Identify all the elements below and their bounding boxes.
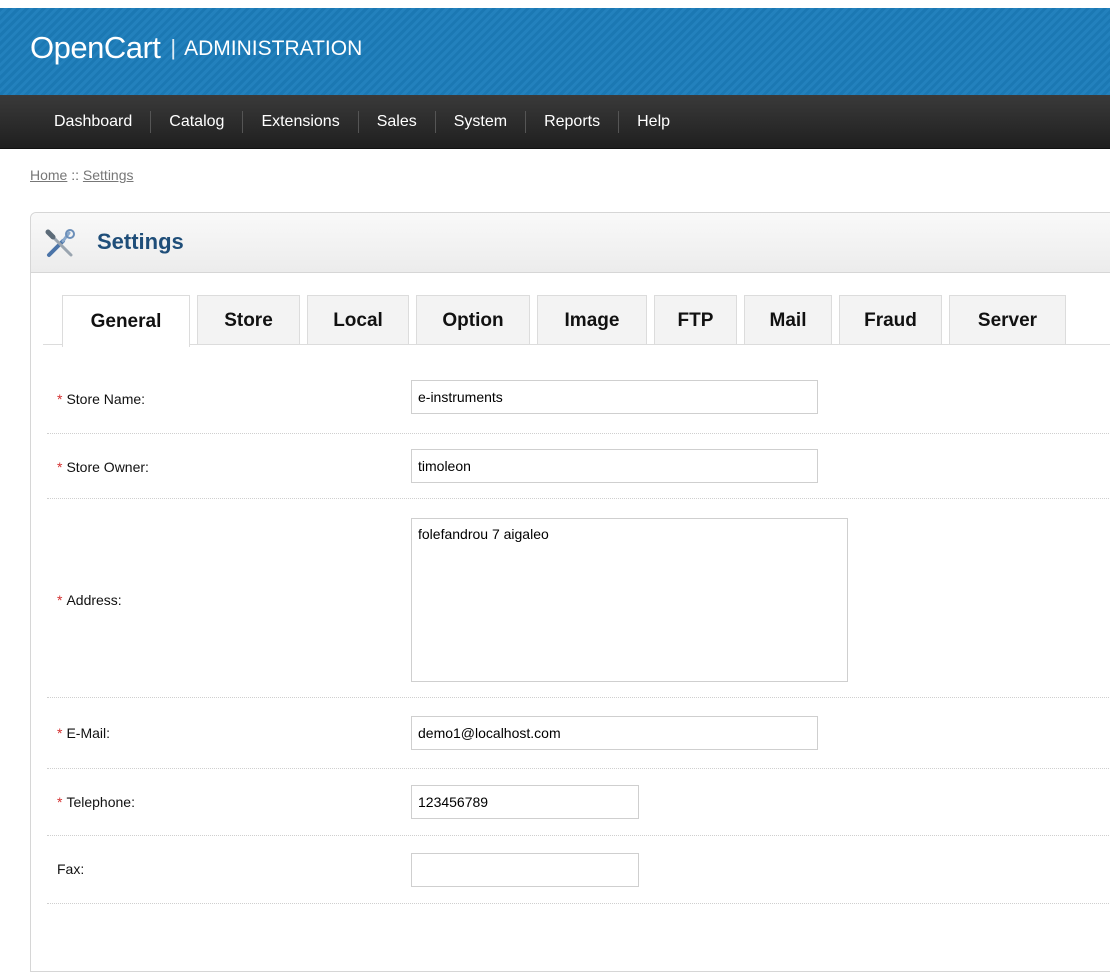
required-marker: * (57, 794, 63, 810)
breadcrumb-home-link[interactable]: Home (30, 167, 67, 183)
required-marker: * (57, 592, 63, 608)
required-marker: * (57, 391, 63, 407)
tab-local[interactable]: Local (307, 295, 409, 345)
breadcrumb: Home :: Settings (30, 167, 134, 183)
settings-tabs: General Store Local Option Image FTP Mai… (62, 295, 1073, 347)
required-marker: * (57, 459, 63, 475)
menu-item-sales[interactable]: Sales (359, 110, 436, 133)
tab-ftp[interactable]: FTP (654, 295, 737, 345)
menu-item-help[interactable]: Help (619, 111, 688, 133)
breadcrumb-settings-link[interactable]: Settings (83, 167, 134, 183)
brand-name: OpenCart (30, 30, 161, 65)
menu-item-reports[interactable]: Reports (526, 110, 620, 133)
form-row-telephone: * Telephone: (47, 769, 1110, 836)
fax-input[interactable] (411, 853, 639, 887)
tab-general[interactable]: General (62, 295, 190, 347)
form-row-address: * Address: folefandrou 7 aigaleo (47, 499, 1110, 698)
tab-mail[interactable]: Mail (744, 295, 832, 345)
fax-label: Fax: (57, 861, 85, 877)
settings-tools-icon (45, 229, 75, 257)
store-owner-label: * Store Owner: (57, 459, 149, 475)
breadcrumb-separator: :: (67, 167, 83, 183)
required-marker: * (57, 725, 63, 741)
main-menu: Dashboard Catalog Extensions Sales Syste… (0, 95, 1110, 149)
header: OpenCart | ADMINISTRATION (0, 0, 1110, 95)
tab-fraud[interactable]: Fraud (839, 295, 942, 345)
menu-item-dashboard[interactable]: Dashboard (37, 110, 152, 133)
email-input[interactable] (411, 716, 818, 750)
menu-item-extensions[interactable]: Extensions (243, 110, 359, 133)
header-subtitle: ADMINISTRATION (184, 37, 363, 60)
tabs-divider (43, 344, 1110, 345)
header-separator: | (170, 35, 177, 60)
logo[interactable]: OpenCart | ADMINISTRATION (30, 30, 362, 66)
page-title: Settings (97, 229, 184, 254)
store-name-label: * Store Name: (57, 391, 146, 407)
tab-store[interactable]: Store (197, 295, 300, 345)
settings-box: Settings General Store Local Option Imag… (30, 212, 1110, 972)
form-row-email: * E-Mail: (47, 698, 1110, 769)
tab-server[interactable]: Server (949, 295, 1066, 345)
tab-image[interactable]: Image (537, 295, 647, 345)
box-heading: Settings (31, 213, 1110, 273)
address-textarea[interactable]: folefandrou 7 aigaleo (411, 518, 848, 682)
tab-option[interactable]: Option (416, 295, 530, 345)
email-label: * E-Mail: (57, 725, 111, 741)
menu-item-catalog[interactable]: Catalog (151, 110, 244, 133)
form-row-fax: Fax: (47, 836, 1110, 904)
telephone-label: * Telephone: (57, 794, 135, 810)
form-row-store-owner: * Store Owner: (47, 434, 1110, 499)
address-label: * Address: (57, 592, 122, 608)
form-row-store-name: * Store Name: (47, 365, 1110, 434)
telephone-input[interactable] (411, 785, 639, 819)
store-owner-input[interactable] (411, 449, 818, 483)
store-name-input[interactable] (411, 380, 818, 414)
menu-item-system[interactable]: System (436, 110, 527, 133)
